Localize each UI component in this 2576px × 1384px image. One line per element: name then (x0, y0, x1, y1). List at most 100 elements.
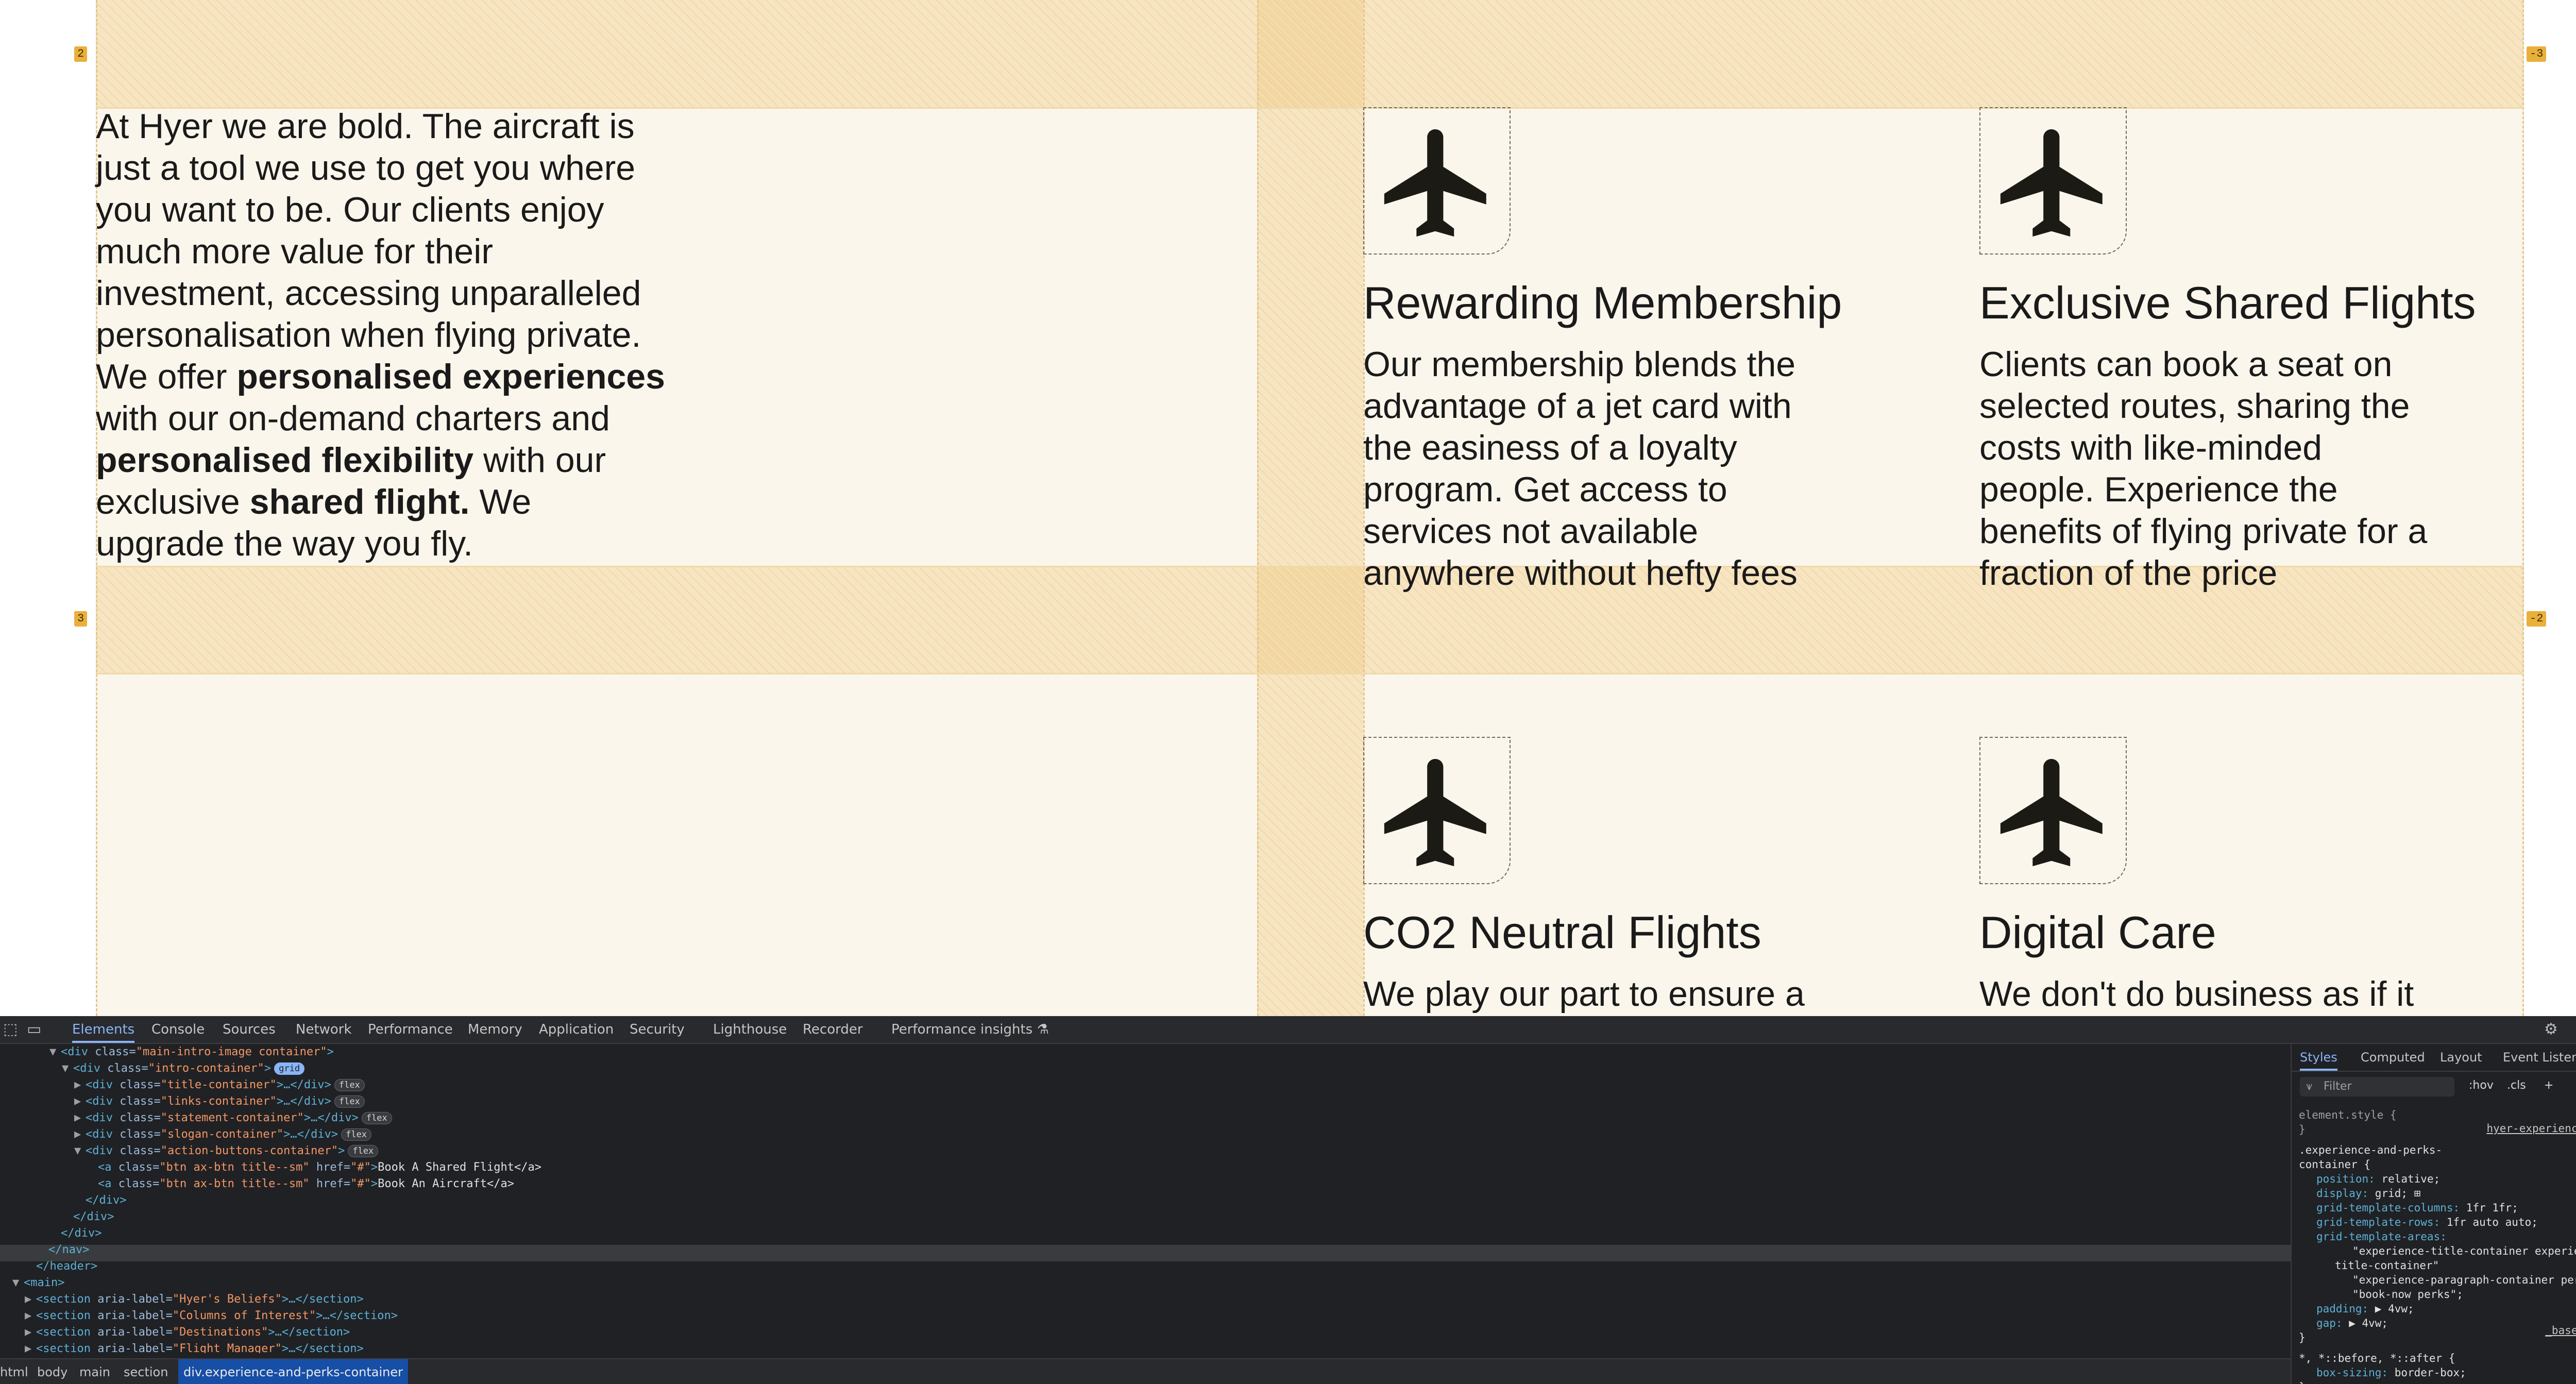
expand-triangle-icon[interactable]: ▼ (49, 1044, 61, 1060)
expand-triangle-icon[interactable]: ▶ (25, 1324, 36, 1341)
dom-node-row[interactable]: </div> (62, 1209, 114, 1225)
grid-badge-top-left: 2 (74, 46, 88, 62)
css-property[interactable]: grid-template-columns: (2316, 1202, 2466, 1214)
css-value[interactable]: border-box; (2395, 1366, 2466, 1379)
css-value[interactable]: relative; (2381, 1173, 2440, 1185)
dom-node-row[interactable]: ▼ <div class="main-intro-image container"… (49, 1044, 334, 1060)
dom-attr-value: "btn ax-btn title--sm" (159, 1161, 310, 1174)
styles-tab[interactable]: Computed (2361, 1044, 2425, 1071)
expand-triangle-icon[interactable]: ▼ (12, 1275, 24, 1291)
expand-triangle-icon[interactable]: ▶ (25, 1291, 36, 1308)
filter-tool-button[interactable]: + (2544, 1079, 2553, 1092)
dom-node-row[interactable]: <a class="btn ax-btn title--sm" href="#"… (87, 1176, 514, 1192)
flex-badge[interactable]: flex (361, 1112, 392, 1124)
dom-attr-name: href= (309, 1177, 351, 1190)
flex-badge[interactable]: flex (348, 1145, 379, 1157)
dom-node-row[interactable]: ▶ <section aria-label="Flight Manager">…<… (25, 1341, 364, 1353)
dom-attr-value: "main-intro-image container" (135, 1045, 327, 1058)
dom-node-row[interactable]: ▼ <div class="action-buttons-container"> f… (74, 1143, 379, 1159)
dom-node-row[interactable]: </header> (25, 1258, 97, 1275)
devtools-tab-network[interactable]: Network (296, 1016, 352, 1043)
css-value[interactable]: ▶ 4vw; (2349, 1317, 2388, 1329)
css-property[interactable]: grid-template-areas: (2316, 1230, 2447, 1243)
device-toolbar-icon[interactable]: ▭ (27, 1020, 41, 1038)
dom-node-row[interactable]: <a class="btn ax-btn title--sm" href="#"… (87, 1159, 541, 1176)
dom-node-row[interactable]: ▶ <div class="slogan-container">…</div> fl… (74, 1126, 372, 1143)
css-property[interactable]: gap: (2316, 1317, 2349, 1329)
dom-node-row[interactable]: </div> (49, 1225, 101, 1242)
css-selector: } (2299, 1380, 2306, 1384)
expand-triangle-icon[interactable]: ▼ (74, 1143, 86, 1159)
css-value[interactable]: 1fr 1fr; (2466, 1202, 2518, 1214)
devtools-tab-lighthouse[interactable]: Lighthouse (713, 1016, 787, 1043)
dom-attr-value: "Hyer's Beliefs" (172, 1293, 282, 1306)
expand-triangle-icon[interactable]: ▶ (74, 1093, 86, 1110)
dom-tag-close: >…</div> (276, 1095, 331, 1108)
css-value[interactable]: ▶ 4vw; (2375, 1303, 2414, 1315)
dom-node-row[interactable]: ▼ <div class="intro-container"> grid (62, 1060, 305, 1077)
devtools-tab-console[interactable]: Console (151, 1016, 205, 1043)
expand-triangle-icon[interactable]: ▼ (62, 1060, 73, 1077)
css-property[interactable]: box-sizing: (2316, 1366, 2395, 1379)
flex-badge[interactable]: flex (334, 1079, 365, 1091)
devtools-tab-sources[interactable]: Sources (223, 1016, 276, 1043)
expand-triangle-icon[interactable]: ▶ (25, 1341, 36, 1353)
expand-triangle-icon[interactable]: ▶ (74, 1077, 86, 1093)
style-source-link-1[interactable]: hyer-experience.css:1 (2486, 1122, 2576, 1135)
styles-filter-input[interactable]: ⩛ Filter (2300, 1077, 2454, 1096)
expand-triangle-icon[interactable]: ▶ (25, 1308, 36, 1324)
expand-triangle-icon[interactable]: ▶ (74, 1126, 86, 1143)
dom-tag: <div (86, 1078, 113, 1091)
css-selector: } (2299, 1123, 2306, 1136)
dom-node-row[interactable]: ▶ <section aria-label="Hyer's Beliefs">…<… (25, 1291, 364, 1308)
breadcrumb-item[interactable]: body (37, 1359, 67, 1384)
breadcrumb-item[interactable]: main (79, 1359, 110, 1384)
css-property[interactable]: grid-template-rows: (2316, 1216, 2447, 1228)
devtools-tab-recorder[interactable]: Recorder (803, 1016, 863, 1043)
css-property[interactable]: padding: (2316, 1303, 2375, 1315)
dom-tag: <div (86, 1111, 113, 1124)
style-source-link-2[interactable]: _base.css:13 (2545, 1324, 2576, 1337)
dom-attr-name: class= (112, 1111, 161, 1124)
perk-icon-box (1363, 107, 1511, 255)
dom-node-row[interactable]: ▶ <section aria-label="Columns of Interes… (25, 1308, 398, 1324)
dom-node-row[interactable]: </div> (74, 1192, 126, 1209)
flex-badge[interactable]: flex (341, 1128, 372, 1141)
intro-paragraph: At Hyer we are bold. The aircraft is jus… (96, 106, 668, 565)
grid-badge[interactable]: grid (274, 1062, 305, 1075)
perk-exclusive-shared-flights: Exclusive Shared Flights Clients can boo… (1979, 107, 2526, 594)
grid-badge-top-right: -3 (2527, 46, 2547, 62)
devtools-tab-performance[interactable]: Performance (368, 1016, 453, 1043)
dom-attr-name: class= (88, 1045, 136, 1058)
devtools-tab-memory[interactable]: Memory (468, 1016, 522, 1043)
breadcrumb-item[interactable]: html (0, 1359, 28, 1384)
devtools-tab-application[interactable]: Application (539, 1016, 614, 1043)
breadcrumb-item[interactable]: section (124, 1359, 168, 1384)
filter-tool-button[interactable]: :hov (2469, 1079, 2494, 1092)
dom-node-row[interactable]: ▶ <div class="statement-container">…</div… (74, 1110, 392, 1126)
css-value-continuation: title-container" (2335, 1259, 2439, 1272)
flex-badge[interactable]: flex (334, 1095, 365, 1108)
dom-node-row[interactable]: ▶ <section aria-label="Destinations">…</s… (25, 1324, 350, 1341)
devtools-tab-elements[interactable]: Elements (72, 1016, 135, 1043)
settings-gear-icon[interactable]: ⚙ (2544, 1020, 2558, 1038)
css-property[interactable]: position: (2316, 1173, 2381, 1185)
styles-tab[interactable]: Layout (2440, 1044, 2482, 1071)
devtools-tab-performance-insights[interactable]: Performance insights ⚗ (891, 1016, 1049, 1043)
css-property[interactable]: display: (2316, 1187, 2375, 1200)
dom-node-row[interactable]: ▶ <div class="title-container">…</div> fle… (74, 1077, 365, 1093)
styles-tab[interactable]: Styles (2300, 1044, 2337, 1071)
styles-tab[interactable]: Event Listeners (2503, 1044, 2576, 1071)
devtools-tab-security[interactable]: Security (630, 1016, 685, 1043)
inspect-element-icon[interactable]: ⬚ (3, 1020, 18, 1038)
css-value[interactable]: grid; ⊞ (2375, 1187, 2421, 1200)
breadcrumb-item[interactable]: div.experience-and-perks-container (178, 1359, 409, 1384)
css-value[interactable]: 1fr auto auto; (2447, 1216, 2538, 1228)
dom-tag-close: > (338, 1144, 345, 1157)
expand-triangle-icon[interactable]: ▶ (74, 1110, 86, 1126)
dom-node-row[interactable]: </nav> (37, 1242, 89, 1258)
dom-node-row[interactable]: ▶ <div class="links-container">…</div> fle… (74, 1093, 365, 1110)
grid-line-col-1 (1257, 0, 1259, 1016)
filter-tool-button[interactable]: .cls (2507, 1079, 2526, 1092)
dom-node-row[interactable]: ▼ <main> (12, 1275, 64, 1291)
